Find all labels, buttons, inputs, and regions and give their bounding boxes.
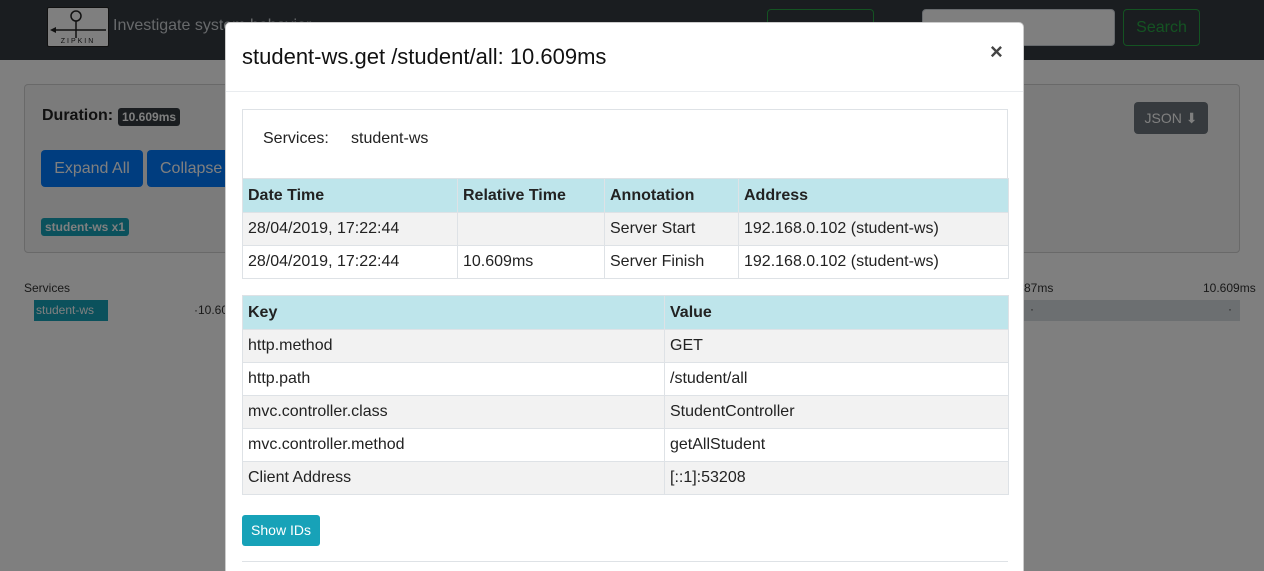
table-row: mvc.controller.class StudentController bbox=[242, 395, 1009, 429]
table-cell: Client Address bbox=[242, 461, 665, 495]
services-panel: Services: student-ws bbox=[242, 109, 1008, 179]
column-header: Address bbox=[738, 178, 1009, 213]
table-row: 28/04/2019, 17:22:44 Server Start 192.16… bbox=[242, 212, 1009, 246]
table-cell: http.method bbox=[242, 329, 665, 363]
column-header: Value bbox=[664, 295, 1009, 330]
table-row: http.method GET bbox=[242, 329, 1009, 363]
table-cell: mvc.controller.class bbox=[242, 395, 665, 429]
services-key: Services: bbox=[263, 130, 329, 147]
table-cell: mvc.controller.method bbox=[242, 428, 665, 462]
modal-header: student-ws.get /student/all: 10.609ms × bbox=[226, 23, 1023, 92]
tags-table: Key Value http.method GET http.path /stu… bbox=[242, 295, 1009, 495]
table-header-row: Key Value bbox=[242, 295, 1009, 330]
column-header: Annotation bbox=[604, 178, 739, 213]
table-row: 28/04/2019, 17:22:44 10.609ms Server Fin… bbox=[242, 245, 1009, 279]
table-cell: /student/all bbox=[664, 362, 1009, 396]
annotations-table: Date Time Relative Time Annotation Addre… bbox=[242, 178, 1009, 279]
table-cell: StudentController bbox=[664, 395, 1009, 429]
table-cell: 28/04/2019, 17:22:44 bbox=[242, 212, 458, 246]
table-row: mvc.controller.method getAllStudent bbox=[242, 428, 1009, 462]
close-icon[interactable]: × bbox=[990, 39, 1003, 65]
table-cell: GET bbox=[664, 329, 1009, 363]
column-header: Key bbox=[242, 295, 665, 330]
table-header-row: Date Time Relative Time Annotation Addre… bbox=[242, 178, 1009, 213]
modal-title: student-ws.get /student/all: 10.609ms bbox=[242, 44, 607, 69]
table-cell: Server Finish bbox=[604, 245, 739, 279]
table-cell: http.path bbox=[242, 362, 665, 396]
column-header: Date Time bbox=[242, 178, 458, 213]
column-header: Relative Time bbox=[457, 178, 605, 213]
modal-divider bbox=[242, 561, 1008, 562]
table-cell: 192.168.0.102 (student-ws) bbox=[738, 212, 1009, 246]
table-cell: 10.609ms bbox=[457, 245, 605, 279]
table-cell: Server Start bbox=[604, 212, 739, 246]
table-cell bbox=[457, 212, 605, 246]
table-cell: getAllStudent bbox=[664, 428, 1009, 462]
table-cell: 28/04/2019, 17:22:44 bbox=[242, 245, 458, 279]
table-row: http.path /student/all bbox=[242, 362, 1009, 396]
span-detail-modal: student-ws.get /student/all: 10.609ms × … bbox=[225, 22, 1024, 571]
services-value: student-ws bbox=[351, 130, 429, 147]
table-cell: [::1]:53208 bbox=[664, 461, 1009, 495]
table-cell: 192.168.0.102 (student-ws) bbox=[738, 245, 1009, 279]
table-row: Client Address [::1]:53208 bbox=[242, 461, 1009, 495]
show-ids-button[interactable]: Show IDs bbox=[242, 515, 320, 546]
